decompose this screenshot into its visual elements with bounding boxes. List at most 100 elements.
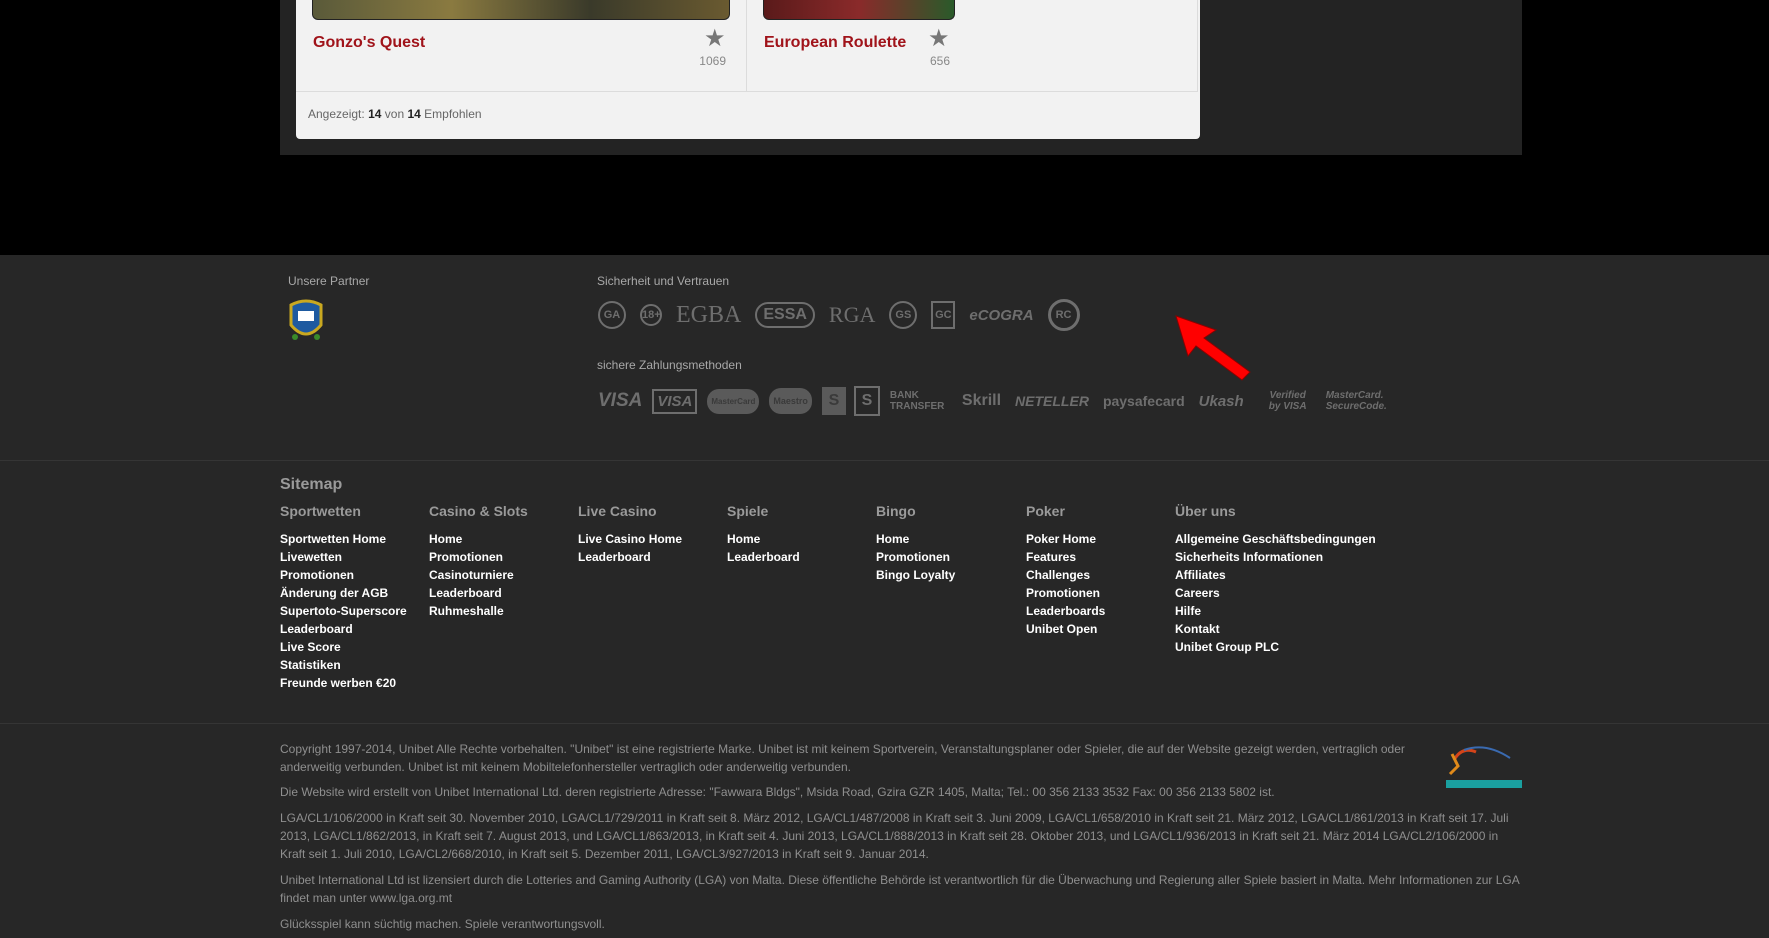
sitemap-link-live-score[interactable]: Live Score	[280, 638, 430, 656]
game-tile-european-roulette[interactable]: European Roulette ★ 656	[747, 0, 1198, 92]
footer-divider	[0, 460, 1769, 461]
sitemap-link-bingo-loyalty[interactable]: Bingo Loyalty	[876, 566, 1026, 584]
skrill-logo: Skrill	[961, 392, 1002, 409]
ecogra-logo: eCOGRA	[969, 306, 1034, 324]
neteller-logo: NETELLER	[1015, 393, 1089, 409]
sitemap-link-casinoturniere[interactable]: Casinoturniere	[429, 566, 579, 584]
payment-logos: VISA VISA MasterCard Maestro S S BANK TR…	[598, 384, 1396, 418]
legal-address: Die Website wird erstellt von Unibet Int…	[280, 785, 1275, 799]
sitemap-link-unibet-group[interactable]: Unibet Group PLC	[1175, 638, 1415, 656]
sitemap-link-promotionen[interactable]: Promotionen	[280, 566, 430, 584]
gaming-authority-icon: GA	[598, 301, 626, 329]
visa-logo: VISA	[598, 390, 643, 411]
sitemap-column-bingo: Bingo Home Promotionen Bingo Loyalty	[876, 503, 1026, 584]
sitemap-link-freunde-werben[interactable]: Freunde werben €20	[280, 674, 430, 692]
sitemap-column-heading: Über uns	[1175, 503, 1236, 519]
sitemap-column-heading: Casino & Slots	[429, 503, 528, 519]
sitemap-link-poker-promotionen[interactable]: Promotionen	[1026, 584, 1176, 602]
content-area: Gonzo's Quest ★ 1069 European Roulette ★…	[0, 0, 1769, 255]
sitemap-column-heading: Poker	[1026, 503, 1065, 519]
games-card: Gonzo's Quest ★ 1069 European Roulette ★…	[296, 0, 1200, 139]
sitemap-column-spiele: Spiele Home Leaderboard	[727, 503, 877, 566]
game-rating-count: 656	[929, 54, 950, 68]
sitemap-column-sportwetten: Sportwetten Sportwetten Home Livewetten …	[280, 503, 430, 692]
sitemap-link-spiele-leaderboard[interactable]: Leaderboard	[727, 548, 877, 566]
sitemap-link-agb[interactable]: Allgemeine Geschäftsbedingungen	[1175, 530, 1415, 548]
sitemap-link-poker-leaderboards[interactable]: Leaderboards	[1026, 602, 1176, 620]
sitemap-link-casino-home[interactable]: Home	[429, 530, 579, 548]
sitemap-link-live-casino-home[interactable]: Live Casino Home	[578, 530, 728, 548]
sitemap-link-poker-challenges[interactable]: Challenges	[1026, 566, 1176, 584]
star-icon[interactable]: ★	[928, 27, 950, 51]
mastercard-logo: MasterCard	[707, 388, 760, 414]
sitemap-link-kontakt[interactable]: Kontakt	[1175, 620, 1415, 638]
maestro-logo: Maestro	[769, 388, 812, 414]
legal-lga-info: Unibet International Ltd ist lizensiert …	[280, 873, 1520, 905]
sitemap-link-unibet-open[interactable]: Unibet Open	[1026, 620, 1176, 638]
game-rating-count: 1069	[699, 54, 726, 68]
responsible-gambling-icon: RC	[1047, 299, 1080, 331]
sitemap-link-casino-promotionen[interactable]: Promotionen	[429, 548, 579, 566]
sitemap-link-spiele-home[interactable]: Home	[727, 530, 877, 548]
game-title[interactable]: European Roulette	[764, 34, 906, 52]
gamcare-certified-icon: GC	[931, 301, 956, 329]
sitemap-link-affiliates[interactable]: Affiliates	[1175, 566, 1415, 584]
ukash-logo: Ukash	[1198, 392, 1244, 410]
sitemap-title: Sitemap	[280, 476, 343, 493]
recommended-panel: Gonzo's Quest ★ 1069 European Roulette ★…	[280, 0, 1522, 155]
sitemap-link-sicherheits-informationen[interactable]: Sicherheits Informationen	[1175, 548, 1415, 566]
sitemap-column-ueber-uns: Über uns Allgemeine Geschäftsbedingungen…	[1175, 503, 1415, 656]
sitemap-link-statistiken[interactable]: Statistiken	[280, 656, 430, 674]
security-logos: GA 18+ EGBA ESSA RGA GS GC eCOGRA RC	[598, 298, 1094, 332]
sitemap-link-live-casino-leaderboard[interactable]: Leaderboard	[578, 548, 728, 566]
games-summary: Angezeigt: 14 von 14 Empfohlen	[308, 107, 482, 121]
essa-logo: ESSA	[755, 302, 815, 328]
age-18-icon: 18+	[640, 304, 662, 326]
payment-label: sichere Zahlungsmethoden	[597, 358, 742, 372]
bank-transfer-logo: BANK TRANSFER	[889, 390, 945, 412]
lga-licensed-logo	[1446, 746, 1522, 788]
sitemap-link-ruhmeshalle[interactable]: Ruhmeshalle	[429, 602, 579, 620]
sitemap-link-leaderboard[interactable]: Leaderboard	[280, 620, 430, 638]
sitemap-link-hilfe[interactable]: Hilfe	[1175, 602, 1415, 620]
sitemap-link-sportwetten-home[interactable]: Sportwetten Home	[280, 530, 430, 548]
rga-logo: RGA	[828, 302, 876, 327]
sitemap-column-heading: Sportwetten	[280, 503, 361, 519]
star-icon[interactable]: ★	[704, 27, 726, 51]
sitemap-link-livewetten[interactable]: Livewetten	[280, 548, 430, 566]
verified-by-visa-logo: Verified by VISA	[1268, 390, 1307, 412]
sitemap-link-poker-home[interactable]: Poker Home	[1026, 530, 1176, 548]
sitemap-column-heading: Bingo	[876, 503, 916, 519]
red-arrow-annotation	[1175, 315, 1251, 381]
sitemap-link-careers[interactable]: Careers	[1175, 584, 1415, 602]
game-tile-gonzos-quest[interactable]: Gonzo's Quest ★ 1069	[296, 0, 747, 92]
sofort-icon: S	[821, 387, 846, 415]
sitemap-link-casino-leaderboard[interactable]: Leaderboard	[429, 584, 579, 602]
gamcare-icon: GS	[889, 301, 918, 329]
sitemap-column-live-casino: Live Casino Live Casino Home Leaderboard	[578, 503, 728, 566]
game-thumbnail[interactable]	[312, 0, 730, 20]
sitemap-column-poker: Poker Poker Home Features Challenges Pro…	[1026, 503, 1176, 638]
sitemap-column-casino: Casino & Slots Home Promotionen Casinotu…	[429, 503, 579, 620]
mastercard-securecode-logo: MasterCard. SecureCode.	[1325, 390, 1387, 412]
partner-badge-icon[interactable]	[287, 297, 325, 343]
footer-divider	[0, 723, 1769, 724]
security-label: Sicherheit und Vertrauen	[597, 274, 730, 288]
sitemap-column-heading: Spiele	[727, 503, 769, 519]
game-title[interactable]: Gonzo's Quest	[313, 34, 425, 52]
paysafecard-logo: paysafecard	[1102, 393, 1185, 409]
sitemap-link-poker-features[interactable]: Features	[1026, 548, 1176, 566]
visa-electron-logo: VISA	[652, 388, 698, 414]
sitemap-link-bingo-home[interactable]: Home	[876, 530, 1026, 548]
egba-logo: EGBA	[676, 301, 742, 328]
legal-responsible-gaming: Glücksspiel kann süchtig machen. Spiele …	[280, 917, 605, 931]
legal-copyright: Copyright 1997-2014, Unibet Alle Rechte …	[280, 742, 1405, 774]
game-thumbnail[interactable]	[763, 0, 955, 20]
sofort-alt-icon: S	[853, 386, 880, 416]
sitemap-link-supertoto[interactable]: Supertoto-Superscore	[280, 602, 430, 620]
partners-label: Unsere Partner	[288, 274, 370, 288]
sitemap-link-bingo-promotionen[interactable]: Promotionen	[876, 548, 1026, 566]
legal-licenses: LGA/CL1/106/2000 in Kraft seit 30. Novem…	[280, 811, 1509, 861]
sitemap-link-aenderung-agb[interactable]: Änderung der AGB	[280, 584, 430, 602]
sitemap-column-heading: Live Casino	[578, 503, 657, 519]
